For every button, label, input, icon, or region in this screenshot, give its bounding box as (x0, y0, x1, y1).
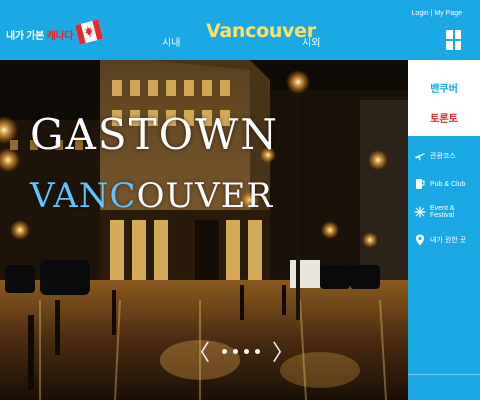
sidebar-item-label: Pub & Club (430, 180, 466, 188)
canada-flag-icon (75, 19, 104, 45)
sidebar-menu: 관광코스 Pub & Club Event & Festival 내가 원한 곳 (408, 142, 480, 254)
grid-cell (454, 30, 461, 39)
sidebar-item-tour[interactable]: 관광코스 (408, 142, 480, 170)
grid-cell (446, 30, 453, 39)
hero-title-accent: VANC (30, 176, 137, 216)
slide-dot[interactable] (233, 348, 239, 354)
grid-cell (446, 41, 453, 50)
slide-dot[interactable] (255, 348, 261, 354)
login-mypage-links[interactable]: Login | My Page (412, 10, 462, 17)
prev-arrow-icon[interactable]: 〈 (188, 335, 210, 367)
logo-text-part1: 내가 가본 (6, 30, 47, 42)
nav-downtown[interactable]: 시내 (162, 34, 180, 49)
site-logo[interactable]: 내가 가본 캐나다 (6, 16, 104, 52)
logo-text-part2: 캐나다 (46, 30, 74, 42)
sidebar-item-pub[interactable]: Pub & Club (408, 170, 480, 198)
city-toronto[interactable]: 토론토 (408, 110, 480, 125)
next-arrow-icon[interactable]: 〉 (272, 335, 294, 367)
top-header: 내가 가본 캐나다 시내 Vancouver 시외 Login | My Pag… (0, 0, 480, 60)
sidebar-item-event[interactable]: Event & Festival (408, 198, 480, 226)
sidebar-item-place[interactable]: 내가 원한 곳 (408, 226, 480, 254)
nav-city-title[interactable]: Vancouver (206, 20, 316, 42)
hero-title-vancouver: VANCOUVER (30, 176, 273, 216)
drink-icon (414, 178, 426, 190)
slider-controls: 〈 〉 (188, 335, 294, 367)
sidebar-item-label: 내가 원한 곳 (430, 237, 467, 244)
slide-dots (222, 348, 261, 354)
airplane-icon (414, 150, 426, 162)
sidebar-item-label: Event & Festival (430, 205, 455, 219)
sidebar-divider (408, 374, 480, 375)
hero-banner: GASTOWN VANCOUVER 〈 〉 (0, 60, 408, 400)
hero-title-gastown: GASTOWN (30, 110, 280, 159)
city-vancouver[interactable]: 밴쿠버 (408, 80, 480, 95)
grid-menu-icon[interactable] (446, 30, 461, 50)
map-pin-icon (414, 234, 426, 246)
sidebar-item-label: 관광코스 (430, 153, 456, 160)
nav-suburbs[interactable]: 시외 (302, 34, 320, 49)
sparkle-icon (414, 206, 426, 218)
right-sidebar: 밴쿠버 토론토 관광코스 Pub & Club Event & Festival (408, 60, 480, 400)
hero-title-rest: OUVER (136, 176, 274, 216)
city-selector: 밴쿠버 토론토 (408, 60, 480, 136)
slide-dot[interactable] (222, 348, 228, 354)
slide-dot[interactable] (244, 348, 250, 354)
grid-cell (454, 41, 461, 50)
logo-text: 내가 가본 캐나다 (6, 27, 74, 42)
